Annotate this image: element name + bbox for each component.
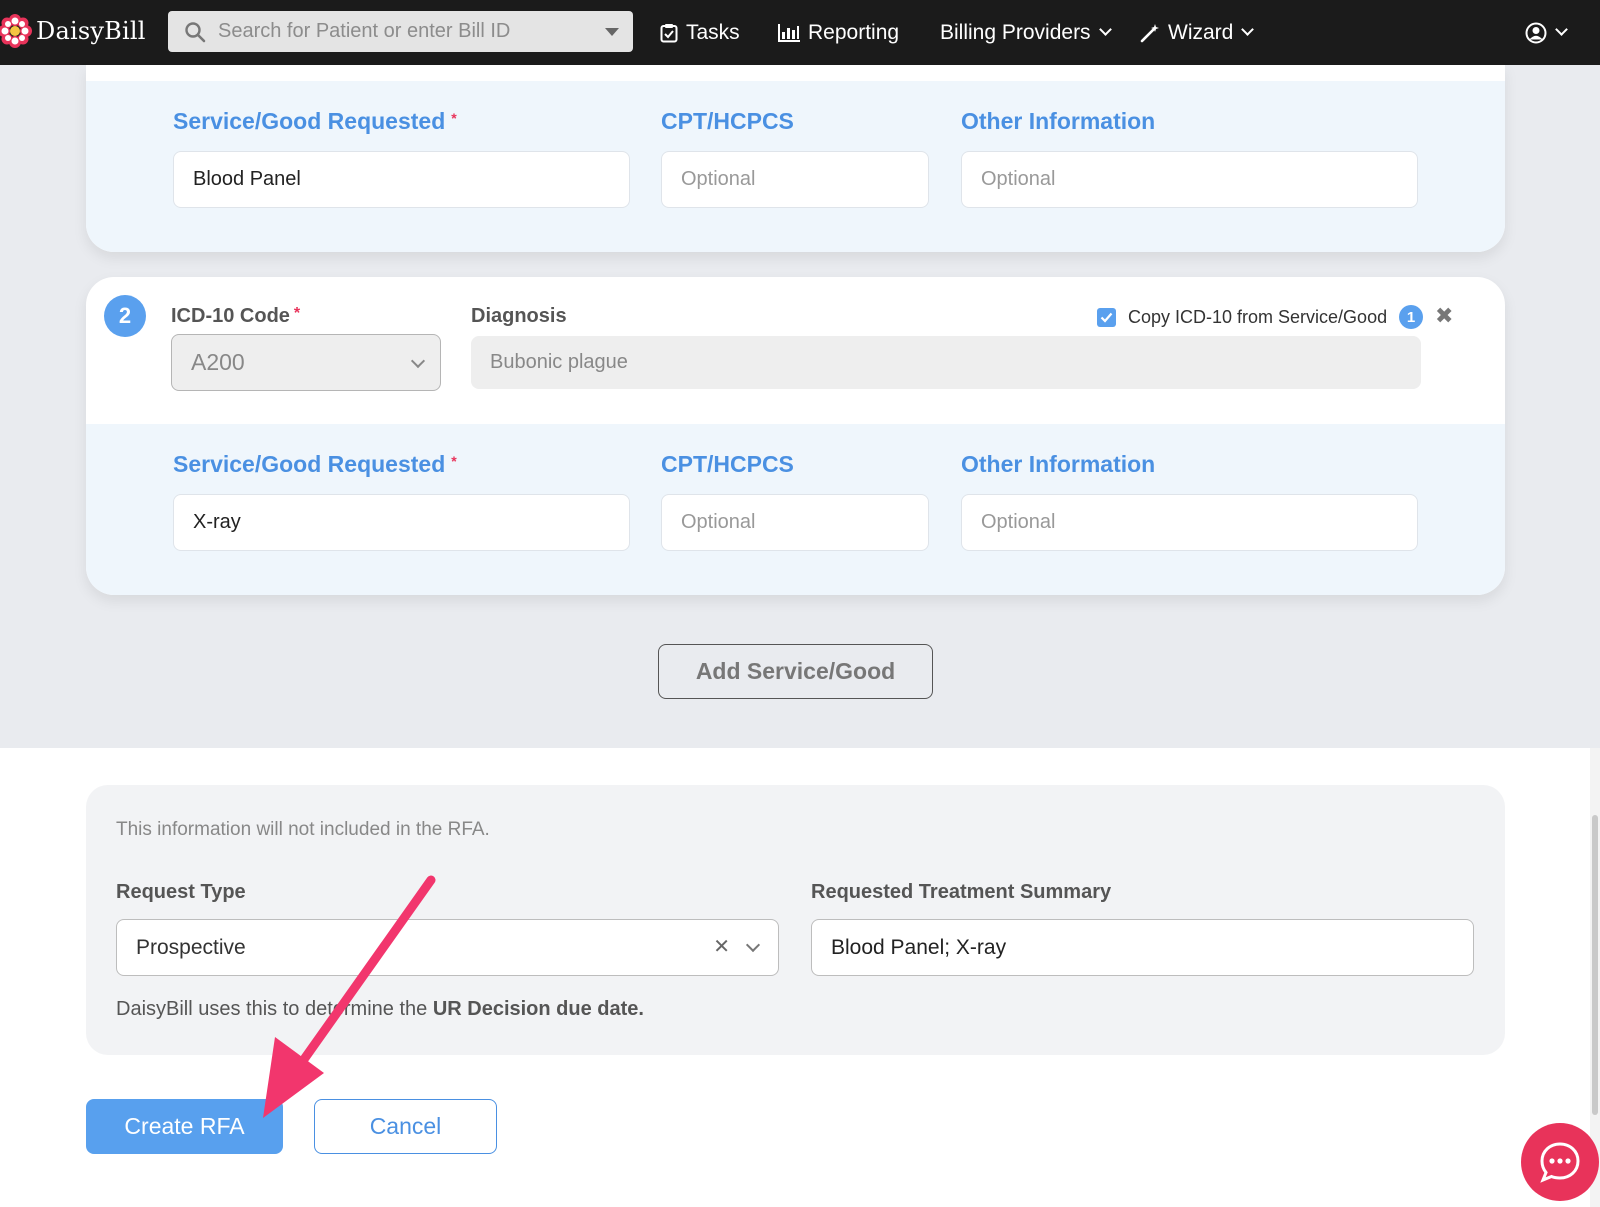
other-info-label: Other Information xyxy=(961,451,1156,477)
internal-info-note: This information will not included in th… xyxy=(116,819,490,840)
service-block: Service/Good Requested * CPT/HCPCS Other … xyxy=(86,424,1505,595)
chevron-down-icon xyxy=(410,353,426,369)
create-rfa-button[interactable]: Create RFA xyxy=(86,1099,283,1154)
copy-ref-badge: 1 xyxy=(1399,305,1424,329)
other-info-input[interactable]: Optional xyxy=(961,494,1418,551)
check-icon xyxy=(1100,312,1113,323)
summary-label: Requested Treatment Summary xyxy=(811,881,1112,903)
other-info-label: Other Information xyxy=(961,108,1156,134)
nav-billing-providers-label: Billing Providers xyxy=(940,20,1091,44)
bar-chart-icon xyxy=(778,23,800,42)
search-input[interactable] xyxy=(218,20,578,43)
summary-input[interactable]: Blood Panel; X-ray xyxy=(811,919,1474,976)
service-input[interactable]: Blood Panel xyxy=(173,151,630,208)
nav-wizard-label: Wizard xyxy=(1168,20,1234,44)
nav-reporting[interactable]: Reporting xyxy=(778,0,899,65)
nav-tasks[interactable]: Tasks xyxy=(660,0,740,65)
cpt-label: CPT/HCPCS xyxy=(661,451,794,477)
cpt-input[interactable]: Optional xyxy=(661,151,929,208)
copy-icd-label: Copy ICD-10 from Service/Good xyxy=(1128,306,1388,327)
nav-reporting-label: Reporting xyxy=(808,20,900,44)
nav-tasks-label: Tasks xyxy=(686,20,740,44)
remove-entry-icon[interactable]: ✖ xyxy=(1435,303,1453,329)
icd-code-label: ICD-10 Code * xyxy=(171,305,301,327)
user-circle-icon xyxy=(1525,22,1547,43)
search-bar[interactable] xyxy=(168,11,633,52)
chevron-down-icon xyxy=(1098,23,1112,36)
chevron-down-icon xyxy=(1241,23,1255,36)
brand-name: DaisyBill xyxy=(36,17,146,45)
top-navbar: DaisyBill Tasks Reporting Billing Provid… xyxy=(0,0,1600,65)
clear-icon[interactable]: ✕ xyxy=(713,934,730,959)
user-menu[interactable] xyxy=(1525,0,1568,65)
service-label: Service/Good Requested * xyxy=(173,451,457,477)
daisy-logo-icon xyxy=(0,14,32,48)
nav-wizard[interactable]: Wizard xyxy=(1140,0,1255,65)
icd-code-value: A200 xyxy=(191,349,245,375)
brand-logo[interactable]: DaisyBill xyxy=(0,14,146,48)
chevron-down-icon xyxy=(1555,23,1568,36)
clipboard-check-icon xyxy=(660,23,678,42)
scrollbar-thumb[interactable] xyxy=(1592,815,1598,1115)
chevron-down-icon[interactable] xyxy=(745,937,761,953)
service-label: Service/Good Requested * xyxy=(173,108,457,134)
internal-info-card: This information will not included in th… xyxy=(86,785,1505,1055)
request-type-label: Request Type xyxy=(116,881,246,903)
add-service-button[interactable]: Add Service/Good xyxy=(658,644,933,699)
chat-icon xyxy=(1540,1142,1580,1183)
entry-number-badge: 2 xyxy=(104,295,146,337)
magic-wand-icon xyxy=(1140,23,1159,42)
icd-code-select[interactable]: A200 xyxy=(171,334,441,391)
service-input[interactable]: X-ray xyxy=(173,494,630,551)
other-info-input[interactable]: Optional xyxy=(961,151,1418,208)
request-type-value: Prospective xyxy=(136,935,246,959)
request-type-select[interactable]: Prospective ✕ xyxy=(116,919,779,976)
cpt-input[interactable]: Optional xyxy=(661,494,929,551)
search-icon xyxy=(185,21,206,42)
service-block: Service/Good Requested * CPT/HCPCS Other … xyxy=(86,81,1505,252)
copy-icd-checkbox[interactable] xyxy=(1097,307,1116,327)
service-entry-2: 2 ICD-10 Code * Diagnosis A200 Bubonic pl… xyxy=(86,277,1505,595)
diagnosis-label: Diagnosis xyxy=(471,305,567,327)
diagnosis-field: Bubonic plague xyxy=(471,336,1421,389)
caret-down-icon[interactable] xyxy=(605,28,619,36)
request-type-help: DaisyBill uses this to determine the UR … xyxy=(116,998,644,1020)
copy-icd-option[interactable]: Copy ICD-10 from Service/Good 1 xyxy=(1097,305,1424,329)
service-entry-1: Service/Good Requested * CPT/HCPCS Other … xyxy=(86,65,1505,252)
cancel-button[interactable]: Cancel xyxy=(314,1099,497,1154)
chat-widget-button[interactable] xyxy=(1521,1123,1599,1201)
nav-billing-providers[interactable]: Billing Providers xyxy=(940,0,1112,65)
cpt-label: CPT/HCPCS xyxy=(661,108,794,134)
